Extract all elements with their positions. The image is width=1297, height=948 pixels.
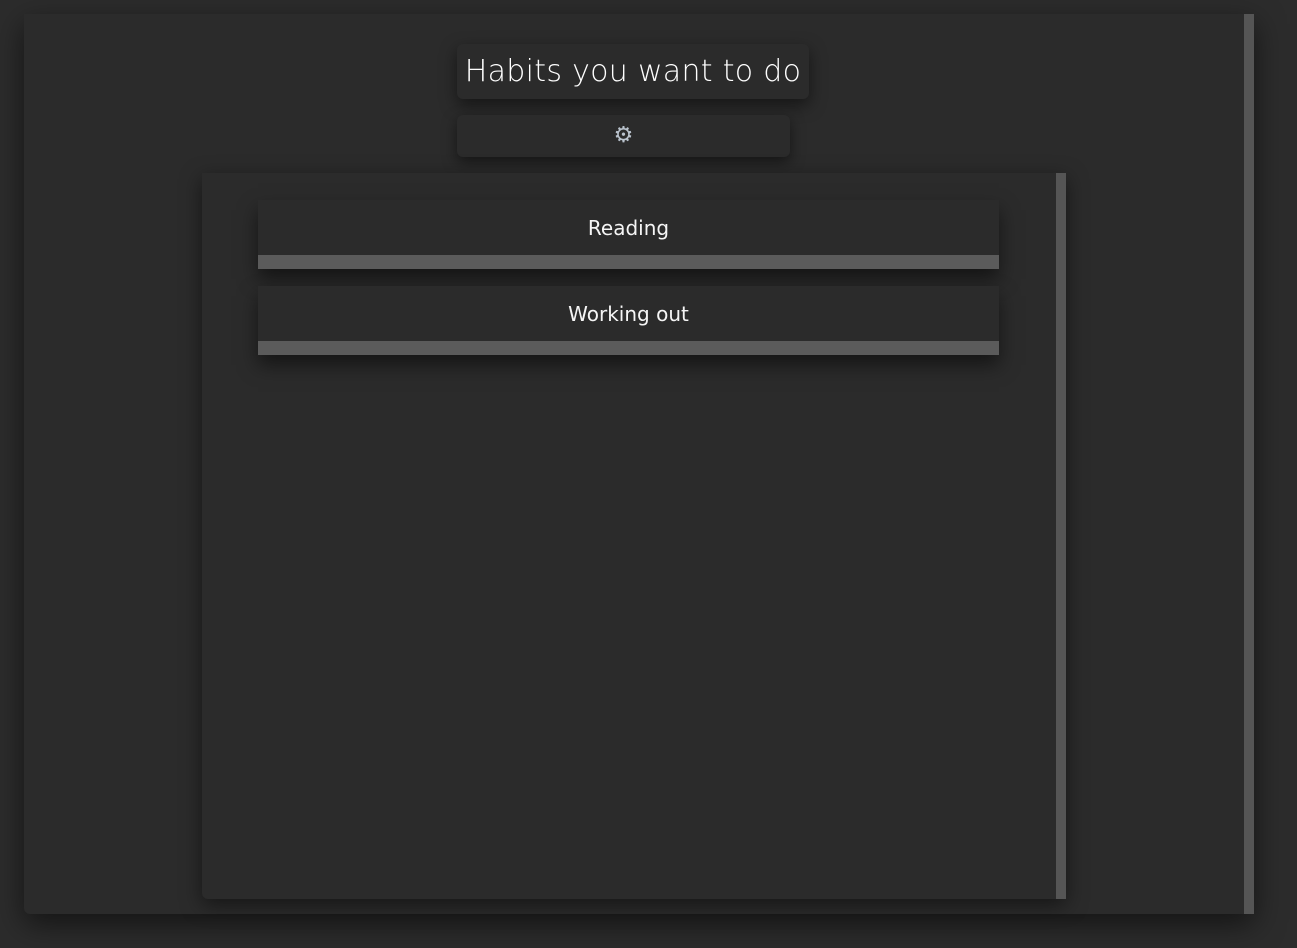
gear-icon: ⚙ [613, 123, 634, 148]
habit-progress-bar [258, 255, 999, 269]
list-scrollbar[interactable] [1056, 173, 1066, 899]
habit-card-working-out[interactable]: Working out [258, 286, 999, 355]
habit-card-reading[interactable]: Reading [258, 200, 999, 269]
habit-label: Working out [568, 301, 689, 326]
page-title-box: Habits you want to do [457, 44, 809, 99]
page-title: Habits you want to do [464, 54, 802, 89]
settings-button[interactable]: ⚙ [457, 115, 790, 157]
habit-label: Reading [587, 215, 670, 240]
habit-list-panel: Reading Working out [202, 173, 1066, 899]
app-container: Habits you want to do ⚙ Reading Working … [24, 14, 1254, 914]
habit-progress-bar [258, 341, 999, 355]
page-scrollbar[interactable] [1244, 14, 1254, 914]
